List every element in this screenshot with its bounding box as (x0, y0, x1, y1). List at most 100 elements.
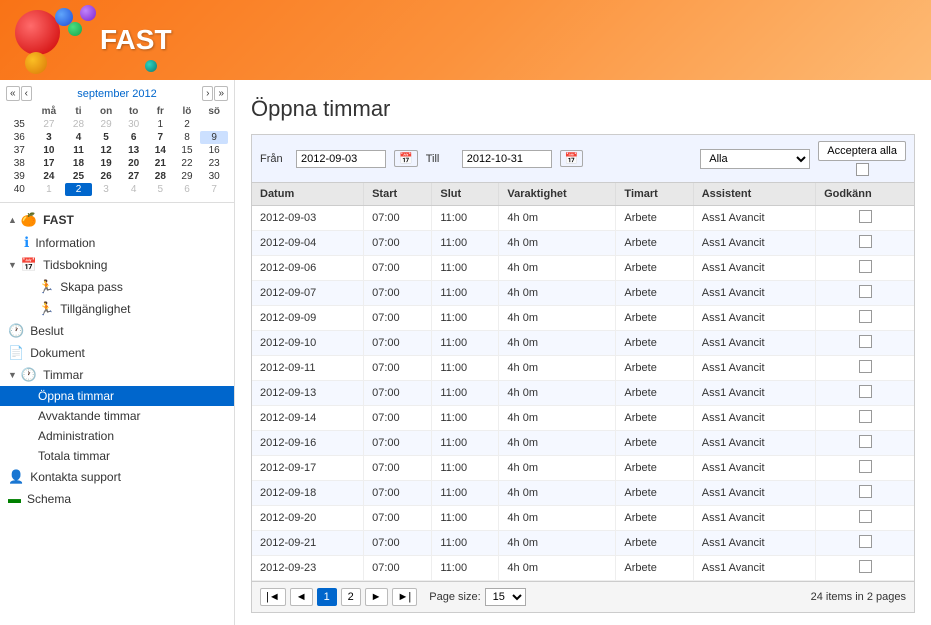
cal-day[interactable]: 3 (33, 131, 66, 144)
cal-day[interactable]: 14 (147, 144, 174, 157)
table-row[interactable]: 2012-09-0407:0011:004h 0mArbeteAss1 Avan… (252, 231, 914, 256)
cal-day[interactable]: 1 (33, 183, 66, 196)
nav-item-administration[interactable]: Administration (0, 426, 234, 446)
nav-item-avvaktande-timmar[interactable]: Avvaktande timmar (0, 406, 234, 426)
calendar-next-next-button[interactable]: » (214, 86, 228, 101)
page-last-button[interactable]: ►| (392, 588, 418, 606)
godkann-checkbox[interactable] (859, 210, 872, 223)
table-row[interactable]: 2012-09-2107:0011:004h 0mArbeteAss1 Avan… (252, 531, 914, 556)
table-row[interactable]: 2012-09-1307:0011:004h 0mArbeteAss1 Avan… (252, 381, 914, 406)
nav-item-fast[interactable]: ▲ 🍊 FAST (0, 209, 234, 231)
nav-item-kontakta-support[interactable]: 👤 Kontakta support (0, 466, 234, 488)
calendar-next-button[interactable]: › (202, 86, 213, 101)
godkann-checkbox[interactable] (859, 485, 872, 498)
cal-day[interactable]: 7 (200, 183, 228, 196)
nav-item-dokument[interactable]: 📄 Dokument (0, 342, 234, 364)
godkann-checkbox[interactable] (859, 310, 872, 323)
table-row[interactable]: 2012-09-1007:0011:004h 0mArbeteAss1 Avan… (252, 331, 914, 356)
page-first-button[interactable]: |◄ (260, 588, 286, 606)
godkann-checkbox[interactable] (859, 560, 872, 573)
cal-day[interactable]: 15 (174, 144, 201, 157)
page-2-button[interactable]: 2 (341, 588, 361, 606)
cal-day[interactable]: 29 (92, 118, 121, 131)
cal-day[interactable]: 4 (120, 183, 147, 196)
table-row[interactable]: 2012-09-2307:0011:004h 0mArbeteAss1 Avan… (252, 556, 914, 581)
cal-day[interactable]: 20 (120, 157, 147, 170)
cal-day[interactable]: 30 (200, 170, 228, 183)
table-row[interactable]: 2012-09-0907:0011:004h 0mArbeteAss1 Avan… (252, 306, 914, 331)
table-row[interactable]: 2012-09-2007:0011:004h 0mArbeteAss1 Avan… (252, 506, 914, 531)
nav-item-schema[interactable]: ▬ Schema (0, 488, 234, 509)
table-row[interactable]: 2012-09-0307:0011:004h 0mArbeteAss1 Avan… (252, 206, 914, 231)
calendar-prev-button[interactable]: ‹ (21, 86, 32, 101)
godkann-checkbox[interactable] (859, 260, 872, 273)
cal-day[interactable]: 23 (200, 157, 228, 170)
cal-day[interactable]: 24 (33, 170, 66, 183)
godkann-checkbox[interactable] (859, 235, 872, 248)
page-size-select[interactable]: 15 25 50 (485, 588, 526, 606)
calendar-prev-prev-button[interactable]: « (6, 86, 20, 101)
cal-day[interactable]: 13 (120, 144, 147, 157)
cal-day[interactable]: 25 (65, 170, 92, 183)
godkann-checkbox[interactable] (859, 360, 872, 373)
till-date-input[interactable] (462, 150, 552, 168)
cal-day[interactable]: 21 (147, 157, 174, 170)
cal-day[interactable]: 10 (33, 144, 66, 157)
cal-day[interactable]: 18 (65, 157, 92, 170)
godkann-checkbox[interactable] (859, 510, 872, 523)
cal-day[interactable]: 5 (147, 183, 174, 196)
cal-day[interactable]: 5 (92, 131, 121, 144)
nav-item-information[interactable]: ℹ Information (0, 231, 234, 254)
cal-day[interactable]: 3 (92, 183, 121, 196)
table-row[interactable]: 2012-09-1607:0011:004h 0mArbeteAss1 Avan… (252, 431, 914, 456)
cal-day[interactable]: 28 (147, 170, 174, 183)
page-next-button[interactable]: ► (365, 588, 388, 606)
table-row[interactable]: 2012-09-0707:0011:004h 0mArbeteAss1 Avan… (252, 281, 914, 306)
nav-item-tillganglighet[interactable]: 🏃 Tillgänglighet (0, 298, 234, 320)
page-1-button[interactable]: 1 (317, 588, 337, 606)
from-calendar-button[interactable]: 📅 (394, 150, 418, 167)
cal-day[interactable]: 19 (92, 157, 121, 170)
table-row[interactable]: 2012-09-1107:0011:004h 0mArbeteAss1 Avan… (252, 356, 914, 381)
godkann-checkbox[interactable] (859, 385, 872, 398)
cal-day[interactable]: 4 (65, 131, 92, 144)
cal-day[interactable]: 28 (65, 118, 92, 131)
godkann-checkbox[interactable] (859, 410, 872, 423)
cal-day[interactable]: 29 (174, 170, 201, 183)
cal-day[interactable]: 2 (174, 118, 201, 131)
cal-day[interactable]: 17 (33, 157, 66, 170)
till-calendar-button[interactable]: 📅 (560, 150, 584, 167)
godkann-checkbox[interactable] (859, 335, 872, 348)
nav-item-timmar[interactable]: ▼ 🕐 Timmar (0, 364, 234, 386)
assistant-select[interactable]: Alla (700, 149, 810, 169)
cal-day[interactable]: 2 (65, 183, 92, 196)
cal-day[interactable]: 22 (174, 157, 201, 170)
cal-day[interactable]: 12 (92, 144, 121, 157)
table-row[interactable]: 2012-09-1407:0011:004h 0mArbeteAss1 Avan… (252, 406, 914, 431)
cal-day[interactable]: 27 (33, 118, 66, 131)
godkann-checkbox[interactable] (859, 460, 872, 473)
from-date-input[interactable] (296, 150, 386, 168)
nav-item-oppna-timmar[interactable]: Öppna timmar (0, 386, 234, 406)
cal-day[interactable]: 8 (174, 131, 201, 144)
cal-day[interactable]: 7 (147, 131, 174, 144)
nav-item-skapa-pass[interactable]: 🏃 Skapa pass (0, 276, 234, 298)
cal-day[interactable]: 30 (120, 118, 147, 131)
godkann-checkbox[interactable] (859, 435, 872, 448)
nav-item-tidsbokning[interactable]: ▼ 📅 Tidsbokning (0, 254, 234, 276)
nav-item-totala-timmar[interactable]: Totala timmar (0, 446, 234, 466)
accept-all-checkbox[interactable] (856, 163, 869, 176)
cal-day[interactable]: 6 (120, 131, 147, 144)
cal-day[interactable]: 16 (200, 144, 228, 157)
cal-day[interactable]: 26 (92, 170, 121, 183)
cal-day[interactable]: 1 (147, 118, 174, 131)
table-row[interactable]: 2012-09-0607:0011:004h 0mArbeteAss1 Avan… (252, 256, 914, 281)
godkann-checkbox[interactable] (859, 535, 872, 548)
table-row[interactable]: 2012-09-1707:0011:004h 0mArbeteAss1 Avan… (252, 456, 914, 481)
table-row[interactable]: 2012-09-1807:0011:004h 0mArbeteAss1 Avan… (252, 481, 914, 506)
nav-item-beslut[interactable]: 🕐 Beslut (0, 320, 234, 342)
accept-all-button[interactable]: Acceptera alla (818, 141, 906, 161)
godkann-checkbox[interactable] (859, 285, 872, 298)
cal-day[interactable]: 6 (174, 183, 201, 196)
page-prev-button[interactable]: ◄ (290, 588, 313, 606)
